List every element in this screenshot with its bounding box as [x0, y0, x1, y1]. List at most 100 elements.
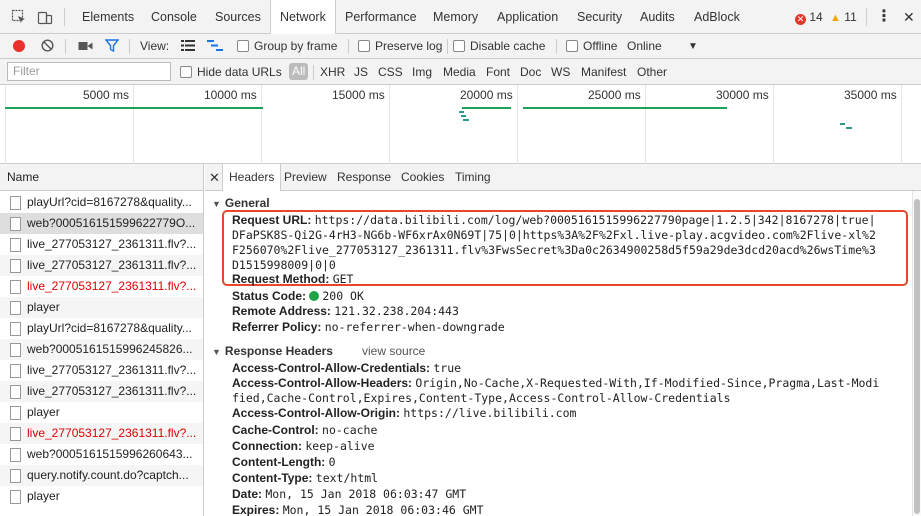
filter-ws[interactable]: WS — [551, 59, 570, 85]
tab-security[interactable]: Security — [577, 0, 622, 34]
tab-performance[interactable]: Performance — [345, 0, 417, 34]
list-item[interactable]: query.notify.count.do?captch... — [0, 465, 203, 486]
view-source-link[interactable]: view source — [362, 344, 425, 358]
file-icon — [10, 490, 21, 504]
error-counter[interactable]: ✕ 14 ▲ 11 — [795, 0, 857, 34]
more-options-icon[interactable]: ⋮ — [876, 0, 892, 34]
list-item[interactable]: player — [0, 486, 203, 507]
tab-cookies[interactable]: Cookies — [401, 164, 444, 191]
request-name: live_277053127_2361311.flv?... — [27, 426, 197, 440]
file-icon — [10, 238, 21, 252]
list-item[interactable]: live_277053127_2361311.flv?... — [0, 276, 203, 297]
timeline-tick — [645, 85, 646, 164]
waterfall-view-button[interactable] — [207, 34, 223, 59]
filter-manifest[interactable]: Manifest — [581, 59, 626, 85]
divider — [129, 39, 130, 54]
tab-preview[interactable]: Preview — [284, 164, 327, 191]
tab-memory[interactable]: Memory — [433, 0, 478, 34]
name-column-header[interactable]: Name — [0, 164, 203, 191]
filter-other[interactable]: Other — [637, 59, 667, 85]
timeline-tick — [517, 85, 518, 164]
request-list: Name playUrl?cid=8167278&quality... web?… — [0, 164, 204, 516]
video-camera-icon — [78, 42, 93, 50]
scrollbar[interactable] — [912, 191, 921, 516]
list-item[interactable]: live_277053127_2361311.flv?... — [0, 234, 203, 255]
request-bar — [461, 115, 466, 117]
divider — [313, 65, 314, 80]
file-icon — [10, 259, 21, 273]
tab-headers[interactable]: Headers — [222, 164, 282, 192]
filter-xhr[interactable]: XHR — [320, 59, 345, 85]
tab-network[interactable]: Network — [270, 0, 336, 35]
request-url-value-cont: F256070%2Flive_277053127_2361311.flv%3Fw… — [232, 243, 876, 257]
referrer-policy-row: Referrer Policy: no-referrer-when-downgr… — [232, 320, 505, 335]
response-headers-title: Response Headers — [224, 344, 333, 358]
filter-toggle-button[interactable] — [104, 34, 120, 59]
filter-css[interactable]: CSS — [378, 59, 403, 85]
list-item[interactable]: player — [0, 297, 203, 318]
filter-doc[interactable]: Doc — [520, 59, 541, 85]
tab-console[interactable]: Console — [151, 0, 197, 34]
triangle-down-icon: ▼ — [212, 347, 221, 357]
status-code-key: Status Code: — [232, 289, 307, 303]
file-icon — [10, 448, 21, 462]
list-item[interactable]: live_277053127_2361311.flv?... — [0, 381, 203, 402]
tab-audits[interactable]: Audits — [640, 0, 675, 34]
tab-application[interactable]: Application — [497, 0, 558, 34]
request-name: web?000516151599622779O... — [27, 216, 196, 230]
list-item[interactable]: live_277053127_2361311.flv?... — [0, 255, 203, 276]
list-item[interactable]: playUrl?cid=8167278&quality... — [0, 192, 203, 213]
list-item[interactable]: live_277053127_2361311.flv?... — [0, 360, 203, 381]
device-toolbar-icon[interactable] — [37, 9, 53, 25]
screenshot-button[interactable] — [78, 34, 93, 59]
network-toolbar: View: Group by frame Preserve log Disabl… — [0, 34, 921, 59]
disable-cache-checkbox[interactable]: Disable cache — [453, 34, 545, 59]
remote-address-value: 121.32.238.204:443 — [334, 304, 459, 318]
hide-data-urls-label: Hide data URLs — [197, 65, 282, 79]
warning-count: 11 — [844, 10, 857, 24]
group-by-frame-label: Group by frame — [254, 39, 338, 53]
list-item[interactable]: playUrl?cid=8167278&quality... — [0, 318, 203, 339]
close-icon[interactable]: ✕ — [209, 164, 220, 191]
filter-media[interactable]: Media — [443, 59, 476, 85]
filter-font[interactable]: Font — [486, 59, 510, 85]
list-item[interactable]: player — [0, 402, 203, 423]
chevron-down-icon[interactable]: ▼ — [688, 34, 698, 59]
general-title: General — [224, 196, 270, 210]
filter-all-button[interactable]: All — [289, 63, 309, 80]
offline-checkbox[interactable]: Offline — [566, 34, 617, 59]
request-bar — [846, 127, 852, 129]
clear-button[interactable] — [41, 34, 54, 59]
filter-input[interactable]: Filter — [7, 62, 171, 81]
tab-adblock[interactable]: AdBlock — [694, 0, 740, 34]
tab-elements[interactable]: Elements — [82, 0, 134, 34]
scrollbar-thumb[interactable] — [914, 199, 920, 514]
inspect-element-icon[interactable] — [11, 9, 27, 25]
list-item[interactable]: live_277053127_2361311.flv?... — [0, 423, 203, 444]
close-icon[interactable]: ✕ — [903, 0, 915, 34]
general-section-header[interactable]: ▼ General — [212, 196, 270, 210]
filter-bar: Filter Hide data URLs All XHR JS CSS Img… — [0, 59, 921, 85]
response-headers-section-header[interactable]: ▼ Response Headers — [212, 344, 333, 358]
record-button[interactable] — [13, 34, 25, 59]
file-icon — [10, 196, 21, 210]
file-icon — [10, 301, 21, 315]
request-name: playUrl?cid=8167278&quality... — [27, 321, 192, 335]
group-by-frame-checkbox[interactable]: Group by frame — [237, 34, 337, 59]
list-item[interactable]: web?000516151599622779O... — [0, 213, 203, 234]
filter-js[interactable]: JS — [354, 59, 368, 85]
tab-sources[interactable]: Sources — [215, 0, 261, 34]
network-overview-timeline[interactable]: 5000 ms 10000 ms 15000 ms 20000 ms 25000… — [0, 85, 921, 164]
list-item[interactable]: web?00051615159962458­26... — [0, 339, 203, 360]
request-name: live_277053127_2361311.flv?... — [27, 384, 197, 398]
filter-img[interactable]: Img — [412, 59, 432, 85]
waterfall-icon — [207, 40, 223, 51]
tab-timing[interactable]: Timing — [455, 164, 491, 191]
throttle-select[interactable]: Online — [627, 34, 662, 59]
divider — [64, 8, 65, 26]
hide-data-urls-checkbox[interactable]: Hide data URLs — [180, 59, 282, 85]
large-rows-button[interactable] — [181, 34, 195, 59]
list-item[interactable]: web?000516151599626064­3... — [0, 444, 203, 465]
tab-response[interactable]: Response — [337, 164, 391, 191]
preserve-log-checkbox[interactable]: Preserve log — [358, 34, 442, 59]
